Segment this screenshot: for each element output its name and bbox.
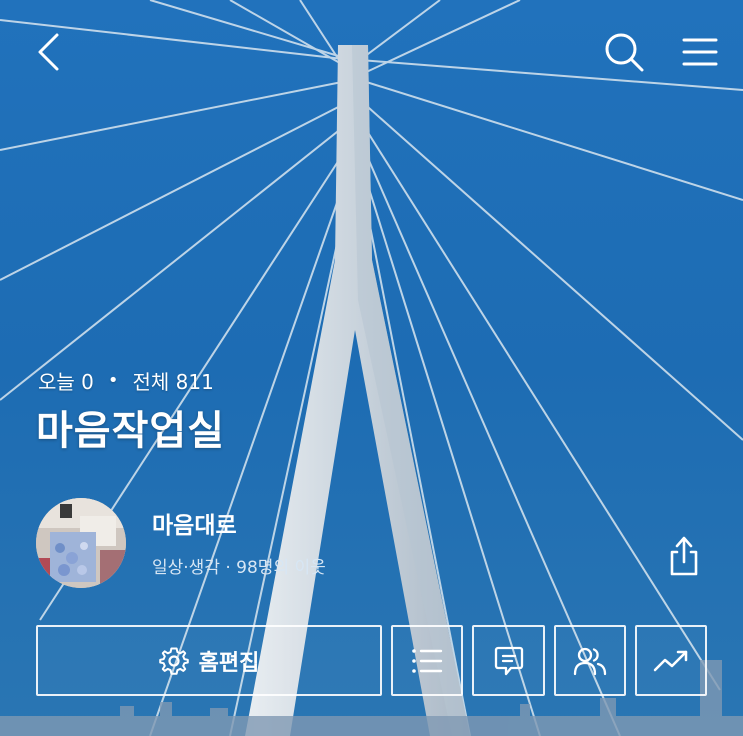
blog-title[interactable]: 마음작업실 bbox=[36, 398, 225, 456]
share-icon bbox=[670, 536, 698, 576]
guestbook-button[interactable] bbox=[472, 625, 545, 696]
post-list-button[interactable] bbox=[391, 625, 463, 696]
menu-button[interactable] bbox=[676, 28, 724, 76]
neighbors-button[interactable] bbox=[554, 625, 626, 696]
today-visitors: 오늘 0 bbox=[38, 370, 94, 394]
search-button[interactable] bbox=[600, 28, 648, 76]
gear-icon bbox=[158, 647, 189, 675]
people-icon bbox=[573, 647, 607, 675]
top-bar bbox=[0, 0, 743, 100]
stats-separator: • bbox=[107, 370, 119, 391]
chevron-left-icon bbox=[38, 33, 59, 71]
statistics-button[interactable] bbox=[635, 625, 707, 696]
avatar-image bbox=[36, 498, 126, 588]
search-icon bbox=[605, 33, 644, 72]
hamburger-menu-icon bbox=[682, 38, 718, 66]
share-button[interactable] bbox=[662, 532, 706, 580]
total-visitors: 전체 811 bbox=[132, 370, 214, 394]
avatar[interactable] bbox=[36, 498, 126, 588]
back-button[interactable] bbox=[28, 28, 68, 76]
list-icon bbox=[412, 648, 443, 673]
profile-meta: 일상·생각 · 98명의 이웃 bbox=[152, 558, 326, 578]
home-edit-button[interactable]: 홈편집 bbox=[36, 625, 382, 696]
home-edit-label: 홈편집 bbox=[198, 650, 260, 676]
profile-nickname[interactable]: 마음대로 bbox=[152, 506, 237, 540]
visitor-stats: 오늘 0 • 전체 811 bbox=[38, 366, 214, 395]
trend-chart-icon bbox=[653, 650, 688, 671]
comment-icon bbox=[494, 646, 523, 675]
